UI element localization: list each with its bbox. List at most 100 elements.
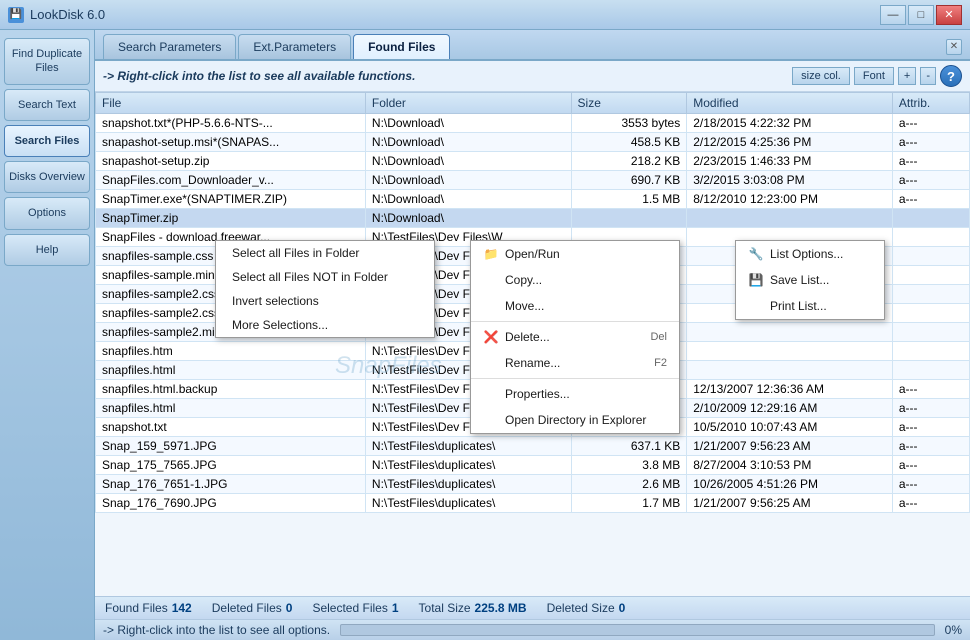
file-cell: snapashot-setup.msi*(SNAPAS...	[96, 133, 366, 152]
tab-close-button[interactable]: ✕	[946, 39, 962, 55]
col-header-modified[interactable]: Modified	[687, 93, 893, 114]
size-cell: 690.7 KB	[571, 171, 687, 190]
tab-found-files[interactable]: Found Files	[353, 34, 450, 59]
table-row[interactable]: Snap_176_7690.JPGN:\TestFiles\duplicates…	[96, 494, 970, 513]
bottom-bar: -> Right-click into the list to see all …	[95, 619, 970, 640]
table-row[interactable]: Snap_159_5971.JPGN:\TestFiles\duplicates…	[96, 437, 970, 456]
col-header-attrib[interactable]: Attrib.	[892, 93, 969, 114]
ctx-select-all-folder[interactable]: Select all Files in Folder	[216, 241, 434, 265]
open-run-icon: 📁	[483, 246, 499, 262]
ctx-list-options[interactable]: 🔧 List Options...	[736, 241, 884, 267]
ctx-rename-label: Rename...	[505, 356, 560, 370]
col-header-file[interactable]: File	[96, 93, 366, 114]
table-row[interactable]: SnapTimer.exe*(SNAPTIMER.ZIP)N:\Download…	[96, 190, 970, 209]
sidebar-item-options[interactable]: Options	[4, 197, 90, 229]
modified-cell: 2/10/2009 12:29:16 AM	[687, 399, 893, 418]
tab-search-parameters[interactable]: Search Parameters	[103, 34, 236, 59]
modified-cell: 3/2/2015 3:03:08 PM	[687, 171, 893, 190]
attrib-cell: a---	[892, 114, 969, 133]
help-icon-button[interactable]: ?	[940, 65, 962, 87]
deleted-size-label: Deleted Size	[547, 601, 615, 615]
context-menu-middle[interactable]: 📁 Open/Run Copy... Move... ❌ Delet	[470, 240, 680, 434]
sidebar-item-find-duplicate[interactable]: Find Duplicate Files	[4, 38, 90, 85]
folder-cell: N:\Download\	[365, 171, 571, 190]
attrib-cell	[892, 247, 969, 266]
ctx-rename[interactable]: Rename... F2	[471, 350, 679, 376]
table-row[interactable]: snapashot-setup.zipN:\Download\218.2 KB2…	[96, 152, 970, 171]
deleted-files-value: 0	[286, 601, 293, 615]
table-row[interactable]: snapshot.txt*(PHP-5.6.6-NTS-...N:\Downlo…	[96, 114, 970, 133]
modified-cell: 2/23/2015 1:46:33 PM	[687, 152, 893, 171]
ctx-print-list[interactable]: Print List...	[736, 293, 884, 319]
ctx-save-list[interactable]: 💾 Save List...	[736, 267, 884, 293]
sidebar-item-search-files[interactable]: Search Files	[4, 125, 90, 157]
window-title: LookDisk 6.0	[30, 7, 105, 22]
size-col-button[interactable]: size col.	[792, 67, 850, 85]
col-header-folder[interactable]: Folder	[365, 93, 571, 114]
ctx-select-not-folder[interactable]: Select all Files NOT in Folder	[216, 265, 434, 289]
ctx-rename-spacer	[483, 355, 499, 371]
selected-files-label: Selected Files	[312, 601, 387, 615]
sidebar: Find Duplicate Files Search Text Search …	[0, 30, 95, 640]
sidebar-item-search-text[interactable]: Search Text	[4, 89, 90, 121]
table-row[interactable]: Snap_175_7565.JPGN:\TestFiles\duplicates…	[96, 456, 970, 475]
ctx-copy[interactable]: Copy...	[471, 267, 679, 293]
folder-cell: N:\Download\	[365, 152, 571, 171]
attrib-cell	[892, 323, 969, 342]
title-bar: 💾 LookDisk 6.0 — □ ✕	[0, 0, 970, 30]
ctx-list-options-label: List Options...	[770, 247, 843, 261]
modified-cell: 1/21/2007 9:56:25 AM	[687, 494, 893, 513]
ctx-open-directory[interactable]: Open Directory in Explorer	[471, 407, 679, 433]
modified-cell: 10/26/2005 4:51:26 PM	[687, 475, 893, 494]
file-cell: Snap_175_7565.JPG	[96, 456, 366, 475]
modified-cell: 12/13/2007 12:36:36 AM	[687, 380, 893, 399]
ctx-move[interactable]: Move...	[471, 293, 679, 319]
size-cell: 3.8 MB	[571, 456, 687, 475]
ctx-invert-selection[interactable]: Invert selections	[216, 289, 434, 313]
font-plus-button[interactable]: +	[898, 67, 916, 85]
file-cell: Snap_176_7690.JPG	[96, 494, 366, 513]
context-menu-right[interactable]: 🔧 List Options... 💾 Save List... Print L…	[735, 240, 885, 320]
attrib-cell: a---	[892, 380, 969, 399]
status-deleted-size: Deleted Size 0	[547, 601, 626, 615]
window-controls: — □ ✕	[880, 5, 962, 25]
folder-cell: N:\Download\	[365, 209, 571, 228]
modified-cell: 2/12/2015 4:25:36 PM	[687, 133, 893, 152]
attrib-cell: a---	[892, 437, 969, 456]
status-bar: Found Files 142 Deleted Files 0 Selected…	[95, 596, 970, 619]
size-cell	[571, 209, 687, 228]
modified-cell: 10/5/2010 10:07:43 AM	[687, 418, 893, 437]
ctx-delete[interactable]: ❌ Delete... Del	[471, 324, 679, 350]
sidebar-item-disks-overview[interactable]: Disks Overview	[4, 161, 90, 193]
close-button[interactable]: ✕	[936, 5, 962, 25]
maximize-button[interactable]: □	[908, 5, 934, 25]
attrib-cell	[892, 361, 969, 380]
status-found-files: Found Files 142	[105, 601, 192, 615]
found-files-label: Found Files	[105, 601, 168, 615]
list-options-icon: 🔧	[748, 246, 764, 262]
size-cell: 1.7 MB	[571, 494, 687, 513]
minimize-button[interactable]: —	[880, 5, 906, 25]
col-header-size[interactable]: Size	[571, 93, 687, 114]
folder-cell: N:\Download\	[365, 133, 571, 152]
ctx-open-run-label: Open/Run	[505, 247, 560, 261]
font-minus-button[interactable]: -	[920, 67, 936, 85]
font-button[interactable]: Font	[854, 67, 894, 85]
sidebar-item-help[interactable]: Help	[4, 234, 90, 266]
deleted-size-value: 0	[619, 601, 626, 615]
table-row[interactable]: Snap_176_7651-1.JPGN:\TestFiles\duplicat…	[96, 475, 970, 494]
ctx-properties[interactable]: Properties...	[471, 381, 679, 407]
ctx-more-selections[interactable]: More Selections...	[216, 313, 434, 337]
context-menu-left[interactable]: Select all Files in Folder Select all Fi…	[215, 240, 435, 338]
ctx-open-run[interactable]: 📁 Open/Run	[471, 241, 679, 267]
ctx-delete-key: Del	[650, 331, 667, 343]
total-size-value: 225.8 MB	[475, 601, 527, 615]
table-row[interactable]: snapashot-setup.msi*(SNAPAS...N:\Downloa…	[96, 133, 970, 152]
selected-files-value: 1	[392, 601, 399, 615]
status-selected-files: Selected Files 1	[312, 601, 398, 615]
app-icon: 💾	[8, 7, 24, 23]
table-row[interactable]: SnapTimer.zipN:\Download\	[96, 209, 970, 228]
table-row[interactable]: SnapFiles.com_Downloader_v...N:\Download…	[96, 171, 970, 190]
attrib-cell	[892, 304, 969, 323]
tab-ext-parameters[interactable]: Ext.Parameters	[238, 34, 351, 59]
